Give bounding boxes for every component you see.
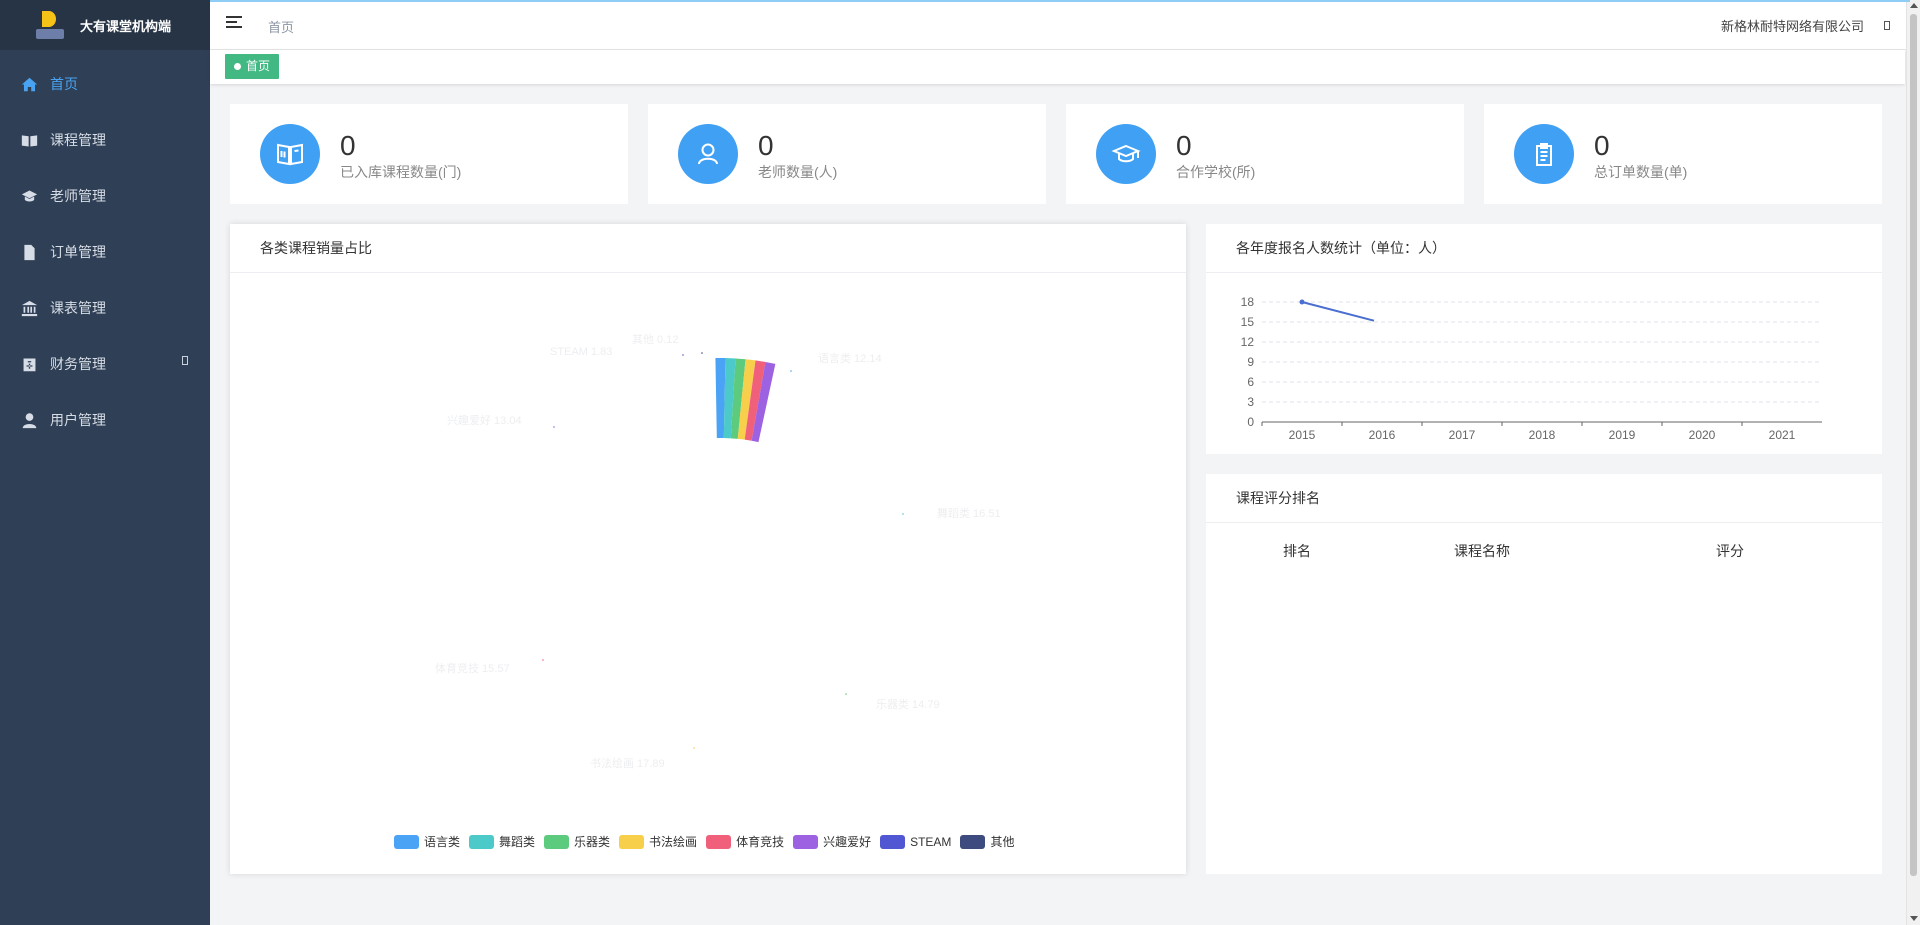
legend-item[interactable]: 书法绘画	[619, 833, 697, 850]
legend-item[interactable]: STEAM	[880, 834, 952, 849]
stat-card-schools: 0 合作学校(所)	[1066, 104, 1464, 204]
sidebar-item-label: 财务管理	[50, 356, 106, 372]
legend-label: STEAM	[910, 834, 952, 849]
sidebar-item-schedule[interactable]: 课表管理	[0, 280, 210, 336]
legend-label: 语言类	[424, 835, 461, 849]
legend-item[interactable]: 兴趣爱好	[793, 833, 871, 850]
pie-slice-label: 其他 0.12	[632, 334, 679, 346]
course-name-column-header[interactable]: 课程名称	[1454, 541, 1510, 561]
sidebar-item-label: 首页	[50, 76, 78, 92]
sidebar-item-users[interactable]: 用户管理	[0, 392, 210, 448]
company-name[interactable]: 新格林耐特网络有限公司	[1721, 16, 1864, 35]
pie-chart-panel: 各类课程销量占比	[230, 224, 1186, 874]
user-icon	[20, 411, 38, 429]
sidebar-item-orders[interactable]: 订单管理	[0, 224, 210, 280]
rank-panel: 课程评分排名	[1206, 474, 1882, 874]
legend-swatch	[469, 834, 495, 849]
stat-value: 0	[1594, 130, 1610, 161]
rank-column-header[interactable]: 排名	[1283, 541, 1311, 561]
scroll-up-icon[interactable]	[1910, 3, 1918, 8]
chevron-down-icon	[182, 356, 188, 365]
legend-swatch	[544, 834, 570, 849]
document-icon	[20, 243, 38, 261]
home-icon	[20, 75, 38, 93]
book-icon	[20, 131, 38, 149]
sidebar-item-teachers[interactable]: 老师管理	[0, 168, 210, 224]
score-column-header[interactable]: 评分	[1716, 541, 1744, 561]
legend-swatch	[394, 834, 419, 849]
pie-slice-label: 书法绘画 17.89	[590, 758, 665, 770]
clipboard-icon	[1514, 124, 1574, 184]
pie-legend: 语言类 舞蹈类 乐器类 书法绘画 体育竞技 兴趣爱好 STEAM 其他	[394, 833, 1023, 850]
legend-swatch	[619, 834, 645, 849]
graduation-cap-icon	[20, 187, 38, 205]
legend-item[interactable]: 语言类	[394, 833, 460, 850]
legend-label: 兴趣爱好	[823, 835, 872, 849]
active-dot-icon	[234, 63, 241, 70]
logo-icon	[36, 9, 64, 41]
sidebar-item-label: 订单管理	[50, 244, 106, 260]
graduation-cap-icon	[1096, 124, 1156, 184]
scroll-thumb[interactable]	[1910, 14, 1917, 876]
sidebar-item-label: 课表管理	[50, 300, 106, 316]
sidebar-item-label: 用户管理	[50, 412, 106, 428]
stat-card-orders: 0 总订单数量(单)	[1484, 104, 1882, 204]
legend-label: 体育竞技	[736, 835, 785, 849]
scroll-down-icon[interactable]	[1910, 916, 1918, 921]
teacher-icon	[678, 124, 738, 184]
brand: 大有课堂机构端	[0, 0, 210, 50]
loading-bar	[210, 0, 1910, 2]
pie-slice-label: 体育竞技 15.57	[435, 663, 510, 675]
stat-label: 老师数量(人)	[758, 164, 838, 180]
legend-item[interactable]: 体育竞技	[706, 833, 784, 850]
stat-value: 0	[758, 130, 774, 161]
stat-value: 0	[1176, 130, 1192, 161]
sidebar-item-label: 课程管理	[50, 132, 106, 148]
stat-label: 已入库课程数量(门)	[340, 164, 462, 180]
money-box-icon	[20, 355, 38, 373]
sidebar-item-finance[interactable]: 财务管理	[0, 336, 210, 392]
legend-label: 其他	[990, 835, 1015, 849]
stat-value: 0	[340, 130, 356, 161]
sidebar-item-label: 老师管理	[50, 188, 106, 204]
sidebar-item-home[interactable]: 首页	[0, 56, 210, 112]
page-scrollbar[interactable]	[1906, 0, 1920, 925]
legend-label: 乐器类	[574, 835, 611, 849]
stat-card-courses: 0 已入库课程数量(门)	[230, 104, 628, 204]
sidebar: 大有课堂机构端 首页 课程管理 老师管理 订单管理 课表管理 财务管理 用户管理	[0, 0, 210, 925]
tag-label: 首页	[246, 59, 271, 73]
book-open-icon	[260, 124, 320, 184]
legend-item[interactable]: 乐器类	[544, 833, 610, 850]
sidebar-menu: 首页 课程管理 老师管理 订单管理 课表管理 财务管理 用户管理	[0, 50, 210, 448]
legend-swatch	[706, 834, 732, 849]
pie-slice-label: 兴趣爱好 13.04	[447, 415, 522, 427]
pie-slice-label: 乐器类 14.79	[876, 699, 940, 711]
pie-slice-label: 舞蹈类 16.51	[937, 508, 1001, 520]
panel-title: 课程评分排名	[1206, 474, 1882, 523]
pie-slice-label: 语言类 12.14	[818, 353, 882, 365]
stat-label: 总订单数量(单)	[1594, 164, 1688, 180]
brand-title: 大有课堂机构端	[80, 18, 172, 34]
top-header: 首页 新格林耐特网络有限公司	[210, 2, 1910, 50]
dropdown-icon[interactable]	[1884, 21, 1890, 30]
pie-slice-label: STEAM 1.83	[550, 346, 613, 358]
legend-label: 书法绘画	[649, 835, 698, 849]
tag-home[interactable]: 首页	[225, 54, 280, 79]
menu-toggle-icon[interactable]	[226, 16, 242, 30]
panel-title: 各年度报名人数统计（单位：人）	[1206, 224, 1882, 273]
legend-swatch	[793, 834, 819, 849]
stat-label: 合作学校(所)	[1176, 164, 1256, 180]
stat-card-teachers: 0 老师数量(人)	[648, 104, 1046, 204]
legend-swatch	[880, 834, 906, 849]
legend-swatch	[960, 834, 986, 849]
panel-title: 各类课程销量占比	[230, 224, 1186, 273]
institution-icon	[20, 299, 38, 317]
legend-item[interactable]: 其他	[960, 833, 1014, 850]
breadcrumb[interactable]: 首页	[268, 17, 294, 36]
tags-view: 首页	[210, 50, 1905, 84]
legend-item[interactable]: 舞蹈类	[469, 833, 535, 850]
line-chart-panel: 各年度报名人数统计（单位：人）	[1206, 224, 1882, 454]
legend-label: 舞蹈类	[499, 835, 536, 849]
sidebar-item-courses[interactable]: 课程管理	[0, 112, 210, 168]
